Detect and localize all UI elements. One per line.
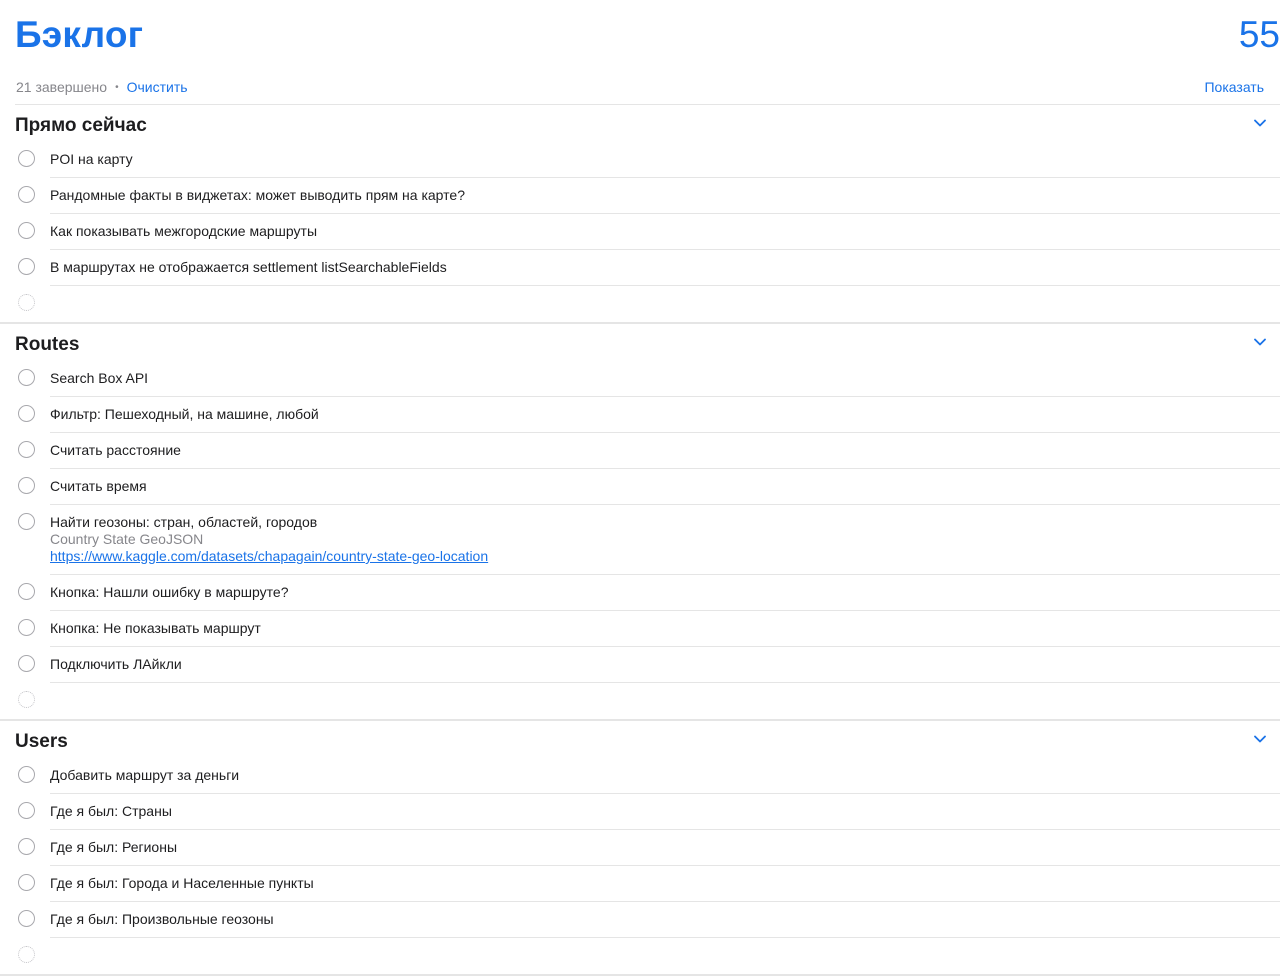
show-completed-button[interactable]: Показать [1204, 79, 1264, 95]
task-title[interactable]: Рандомные факты в виджетах: может выводи… [50, 187, 1280, 204]
checkbox-circle-icon[interactable] [18, 222, 35, 239]
sections-container: Прямо сейчас POI на карту Рандомные факты … [0, 105, 1280, 976]
task-row[interactable]: Как показывать межгородские маршруты [0, 214, 1280, 250]
new-task-row[interactable] [0, 286, 1280, 322]
checkbox-circle-icon[interactable] [18, 838, 35, 855]
task-title[interactable]: Кнопка: Нашли ошибку в маршруте? [50, 584, 1280, 601]
chevron-down-icon[interactable] [1254, 119, 1266, 127]
checkbox-circle-icon[interactable] [18, 441, 35, 458]
task-title[interactable]: Считать расстояние [50, 442, 1280, 459]
section-title: Routes [15, 334, 80, 355]
task-title[interactable]: Где я был: Регионы [50, 839, 1280, 856]
task-row[interactable]: Где я был: Произвольные геозоны [0, 902, 1280, 938]
task-row[interactable]: Где я был: Города и Населенные пункты [0, 866, 1280, 902]
new-task-circle-icon[interactable] [18, 946, 35, 963]
list-header: Бэклог 55 21 завершено • Очистить Показа… [0, 0, 1280, 105]
section-header[interactable]: Routes [0, 324, 1280, 361]
task-title[interactable]: Как показывать межгородские маршруты [50, 223, 1280, 240]
new-task-circle-icon[interactable] [18, 691, 35, 708]
checkbox-circle-icon[interactable] [18, 258, 35, 275]
checkbox-circle-icon[interactable] [18, 802, 35, 819]
task-title[interactable]: Где я был: Произвольные геозоны [50, 911, 1280, 928]
list-title: Бэклог [15, 14, 144, 55]
task-row[interactable]: Search Box API [0, 361, 1280, 397]
task-title[interactable]: Где я был: Страны [50, 803, 1280, 820]
task-row[interactable]: Фильтр: Пешеходный, на машине, любой [0, 397, 1280, 433]
checkbox-circle-icon[interactable] [18, 766, 35, 783]
task-row[interactable]: POI на карту [0, 142, 1280, 178]
task-title[interactable]: Search Box API [50, 370, 1280, 387]
task-row[interactable]: Считать время [0, 469, 1280, 505]
section-title: Users [15, 731, 68, 752]
task-title[interactable]: Фильтр: Пешеходный, на машине, любой [50, 406, 1280, 423]
new-task-row[interactable] [0, 683, 1280, 719]
task-row[interactable]: Где я был: Регионы [0, 830, 1280, 866]
checkbox-circle-icon[interactable] [18, 150, 35, 167]
task-url-link[interactable]: https://www.kaggle.com/datasets/chapagai… [50, 548, 1280, 565]
chevron-down-icon[interactable] [1254, 735, 1266, 743]
task-title[interactable]: В маршрутах не отображается settlement l… [50, 259, 1280, 276]
checkbox-circle-icon[interactable] [18, 477, 35, 494]
task-title[interactable]: POI на карту [50, 151, 1280, 168]
task-row[interactable]: Кнопка: Нашли ошибку в маршруте? [0, 575, 1280, 611]
task-title[interactable]: Считать время [50, 478, 1280, 495]
checkbox-circle-icon[interactable] [18, 186, 35, 203]
checkbox-circle-icon[interactable] [18, 513, 35, 530]
checkbox-circle-icon[interactable] [18, 583, 35, 600]
separator-dot: • [115, 81, 119, 93]
checkbox-circle-icon[interactable] [18, 369, 35, 386]
completed-bar: 21 завершено • Очистить [16, 79, 188, 95]
section-header[interactable]: Прямо сейчас [0, 105, 1280, 142]
task-title[interactable]: Найти геозоны: стран, областей, городов [50, 514, 1280, 531]
task-title[interactable]: Кнопка: Не показывать маршрут [50, 620, 1280, 637]
task-row[interactable]: Считать расстояние [0, 433, 1280, 469]
new-task-circle-icon[interactable] [18, 294, 35, 311]
section-title: Прямо сейчас [15, 115, 147, 136]
list-count: 55 [1238, 14, 1280, 55]
checkbox-circle-icon[interactable] [18, 619, 35, 636]
task-row[interactable]: Добавить маршрут за деньги [0, 758, 1280, 794]
section-header[interactable]: Users [0, 721, 1280, 758]
chevron-down-icon[interactable] [1254, 338, 1266, 346]
task-row[interactable]: Рандомные факты в виджетах: может выводи… [0, 178, 1280, 214]
task-row[interactable]: Найти геозоны: стран, областей, городов C… [0, 505, 1280, 575]
task-row[interactable]: Где я был: Страны [0, 794, 1280, 830]
checkbox-circle-icon[interactable] [18, 874, 35, 891]
task-row[interactable]: Подключить ЛАйкли [0, 647, 1280, 683]
task-notes: Country State GeoJSON [50, 531, 204, 547]
checkbox-circle-icon[interactable] [18, 910, 35, 927]
checkbox-circle-icon[interactable] [18, 655, 35, 672]
checkbox-circle-icon[interactable] [18, 405, 35, 422]
task-title[interactable]: Подключить ЛАйкли [50, 656, 1280, 673]
task-title[interactable]: Добавить маршрут за деньги [50, 767, 1280, 784]
task-title[interactable]: Где я был: Города и Населенные пункты [50, 875, 1280, 892]
clear-button[interactable]: Очистить [127, 79, 188, 95]
new-task-row[interactable] [0, 938, 1280, 974]
task-row[interactable]: Кнопка: Не показывать маршрут [0, 611, 1280, 647]
task-row[interactable]: В маршрутах не отображается settlement l… [0, 250, 1280, 286]
completed-count: 21 завершено [16, 79, 108, 95]
